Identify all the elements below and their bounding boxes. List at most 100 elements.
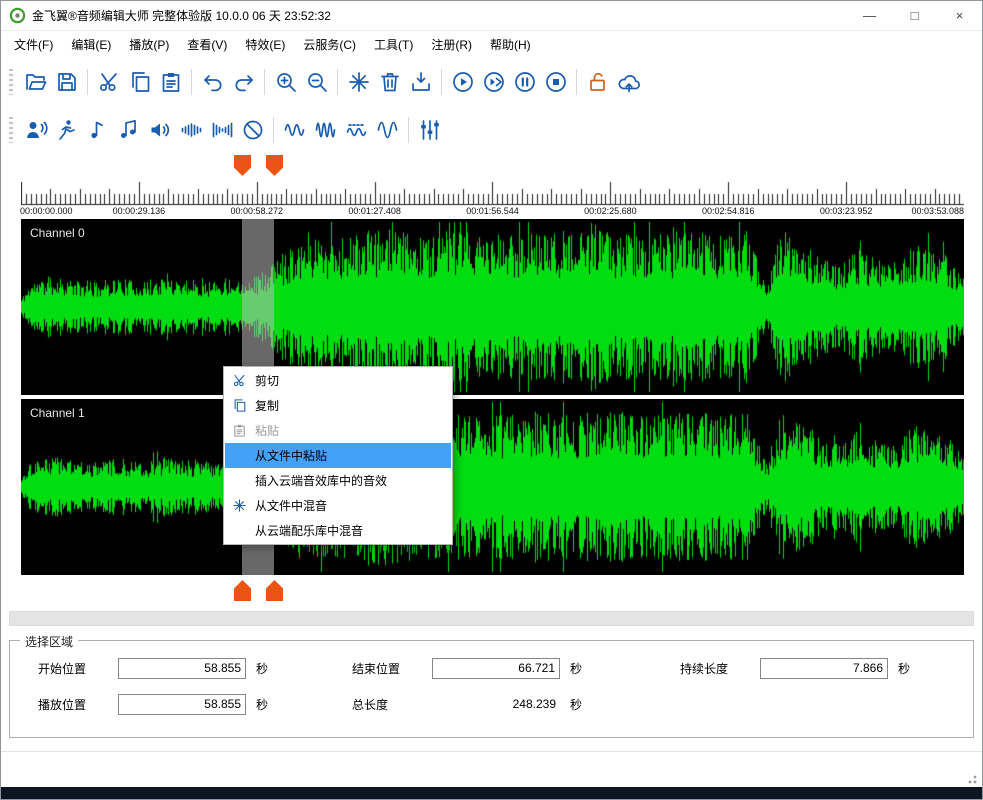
waveform-small-icon[interactable] [175,115,206,146]
undo-icon[interactable] [197,67,228,98]
toolbar-effects [1,107,982,153]
play-position-label: 播放位置 [38,696,118,713]
unit-label: 秒 [570,696,582,713]
cut-icon[interactable] [93,67,124,98]
resize-grip[interactable] [964,771,978,785]
ruler-time-label: 00:00:00.000 [20,206,73,216]
wave-stamp-4-icon[interactable] [372,115,403,146]
taskbar-strip [1,787,982,799]
save-file-icon[interactable] [51,67,82,98]
menu-item-cloud-service[interactable]: 云服务(C) [294,32,365,57]
context-menu-item-paste-from-file[interactable]: 从文件中粘贴 [225,443,451,468]
menu-item-register[interactable]: 注册(R) [422,32,481,57]
ruler-labels: 00:00:00.00000:00:29.13600:00:58.27200:0… [21,206,964,219]
context-menu-item-label: 剪切 [253,372,279,389]
delete-icon[interactable] [374,67,405,98]
menu-item-effects[interactable]: 特效(E) [236,32,294,57]
silence-icon[interactable] [237,115,268,146]
menu-item-play[interactable]: 播放(P) [120,32,178,57]
horizontal-scrollbar[interactable] [9,611,974,626]
equalizer-icon[interactable] [414,115,445,146]
waveform-canvas-0[interactable] [21,219,964,395]
selection-marker-start[interactable] [234,580,251,601]
voice-icon[interactable] [20,115,51,146]
toolbar-grip [9,117,13,143]
wave-stamp-1-icon[interactable] [279,115,310,146]
unit-label: 秒 [898,660,910,677]
mix-icon [225,498,253,513]
menu-bar: 文件(F)编辑(E)播放(P)查看(V)特效(E)云服务(C)工具(T)注册(R… [1,31,982,57]
waveform-channel-0[interactable]: Channel 0 [21,219,964,395]
redo-icon[interactable] [228,67,259,98]
selection-marker-end[interactable] [266,155,283,176]
context-menu-item-label: 从文件中混音 [253,497,327,514]
app-window: 金飞翼®音频编辑大师 完整体验版 10.0.0 06 天 23:52:32 — … [0,0,983,800]
tempo-icon[interactable] [51,115,82,146]
waveform-large-icon[interactable] [206,115,237,146]
ruler-time-label: 00:02:25.680 [584,206,637,216]
pause-icon[interactable] [509,67,540,98]
selection-marker-start[interactable] [234,155,251,176]
selection-panel: 选择区域 开始位置秒结束位置秒持续长度秒播放位置秒总长度248.239秒 [9,640,974,738]
start-position-label: 开始位置 [38,660,118,677]
channel-label: Channel 0 [30,226,85,240]
context-menu-item-label: 粘贴 [253,422,279,439]
open-file-icon[interactable] [20,67,51,98]
play-file-icon[interactable] [478,67,509,98]
context-menu-item-copy[interactable]: 复制 [225,393,451,418]
maximize-button[interactable]: □ [892,1,937,30]
end-position-input[interactable] [432,658,560,679]
zoom-in-icon[interactable] [270,67,301,98]
waveform-canvas-1[interactable] [21,399,964,575]
context-menu-item-label: 从文件中粘贴 [253,447,327,464]
ruler-time-label: 00:00:29.136 [113,206,166,216]
minimize-button[interactable]: — [847,1,892,30]
download-icon[interactable] [405,67,436,98]
unit-label: 秒 [570,660,582,677]
waveform-channel-1[interactable]: Channel 1 [21,399,964,575]
menu-item-help[interactable]: 帮助(H) [481,32,540,57]
play-position-input[interactable] [118,694,246,715]
status-bar [1,751,982,787]
volume-icon[interactable] [144,115,175,146]
scrollbar-thumb[interactable] [10,612,973,625]
selection-markers-top [21,153,962,179]
menu-item-edit[interactable]: 编辑(E) [62,32,120,57]
music-note-icon[interactable] [82,115,113,146]
ruler-ticks[interactable] [21,179,964,206]
wave-stamp-2-icon[interactable] [310,115,341,146]
toolbar-separator [441,69,442,95]
paste-icon [225,423,253,438]
total-length-value: 248.239 [432,697,560,711]
total-length-field: 总长度248.239秒 [352,693,582,715]
wave-stamp-3-icon[interactable] [341,115,372,146]
context-menu-item-cut[interactable]: 剪切 [225,368,451,393]
context-menu-item-mix-from-file[interactable]: 从文件中混音 [225,493,451,518]
stop-icon[interactable] [540,67,571,98]
duration-input[interactable] [760,658,888,679]
selection-marker-end[interactable] [266,580,283,601]
start-position-input[interactable] [118,658,246,679]
context-menu-item-mix-from-cloud-library[interactable]: 从云端配乐库中混音 [225,518,451,543]
mix-icon[interactable] [343,67,374,98]
unlock-icon[interactable] [582,67,613,98]
duration-field: 持续长度秒 [680,657,910,679]
music-notes-icon[interactable] [113,115,144,146]
menu-item-tools[interactable]: 工具(T) [365,32,422,57]
menu-item-view[interactable]: 查看(V) [178,32,236,57]
context-menu-item-insert-cloud-sound-effect[interactable]: 插入云端音效库中的音效 [225,468,451,493]
selection-panel-title: 选择区域 [20,633,78,650]
play-icon[interactable] [447,67,478,98]
cloud-upload-icon[interactable] [613,67,644,98]
paste-icon[interactable] [155,67,186,98]
waveform-display[interactable]: Channel 0 Channel 1 [21,219,964,575]
menu-item-file[interactable]: 文件(F) [5,32,62,57]
end-position-label: 结束位置 [352,660,432,677]
timeline-ruler[interactable]: 00:00:00.00000:00:29.13600:00:58.27200:0… [21,179,964,219]
toolbar-separator [87,69,88,95]
cut-icon [225,373,253,388]
zoom-out-icon[interactable] [301,67,332,98]
close-button[interactable]: × [937,1,982,30]
copy-icon[interactable] [124,67,155,98]
ruler-time-label: 00:01:27.408 [348,206,401,216]
